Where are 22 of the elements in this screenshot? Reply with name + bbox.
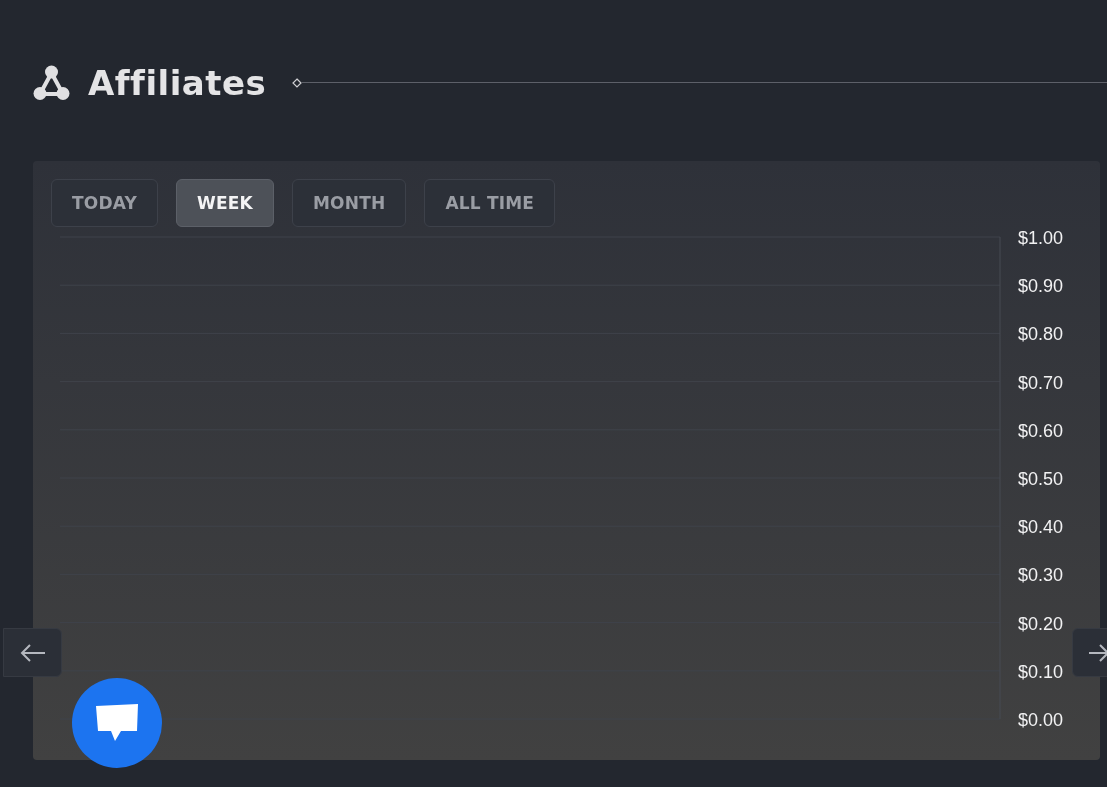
previous-button[interactable] bbox=[3, 628, 62, 677]
axis-label: $0.60 bbox=[1018, 420, 1064, 441]
period-tab[interactable]: TODAY bbox=[51, 179, 158, 227]
axis-label: $0.80 bbox=[1018, 324, 1064, 345]
axis-label: $0.40 bbox=[1018, 517, 1064, 538]
axis-label: $0.90 bbox=[1018, 276, 1064, 297]
period-tab[interactable]: ALL TIME bbox=[424, 179, 556, 227]
period-tab[interactable]: MONTH bbox=[291, 179, 407, 227]
axis-label: $0.00 bbox=[1018, 710, 1064, 730]
axis-label: $0.30 bbox=[1018, 565, 1064, 586]
chat-icon bbox=[95, 704, 139, 742]
axis-label: $0.70 bbox=[1018, 372, 1064, 393]
axis-label: $0.10 bbox=[1018, 661, 1064, 682]
arrow-right-icon bbox=[1089, 643, 1107, 662]
page-title: Affiliates bbox=[88, 62, 267, 103]
axis-label: $0.20 bbox=[1018, 613, 1064, 634]
period-tab[interactable]: WEEK bbox=[176, 179, 274, 227]
next-button[interactable] bbox=[1072, 628, 1107, 677]
axis-label: $0.50 bbox=[1018, 469, 1064, 489]
affiliate-icon bbox=[33, 64, 70, 101]
axis-label: $1.00 bbox=[1018, 228, 1064, 248]
arrow-left-icon bbox=[19, 643, 46, 662]
